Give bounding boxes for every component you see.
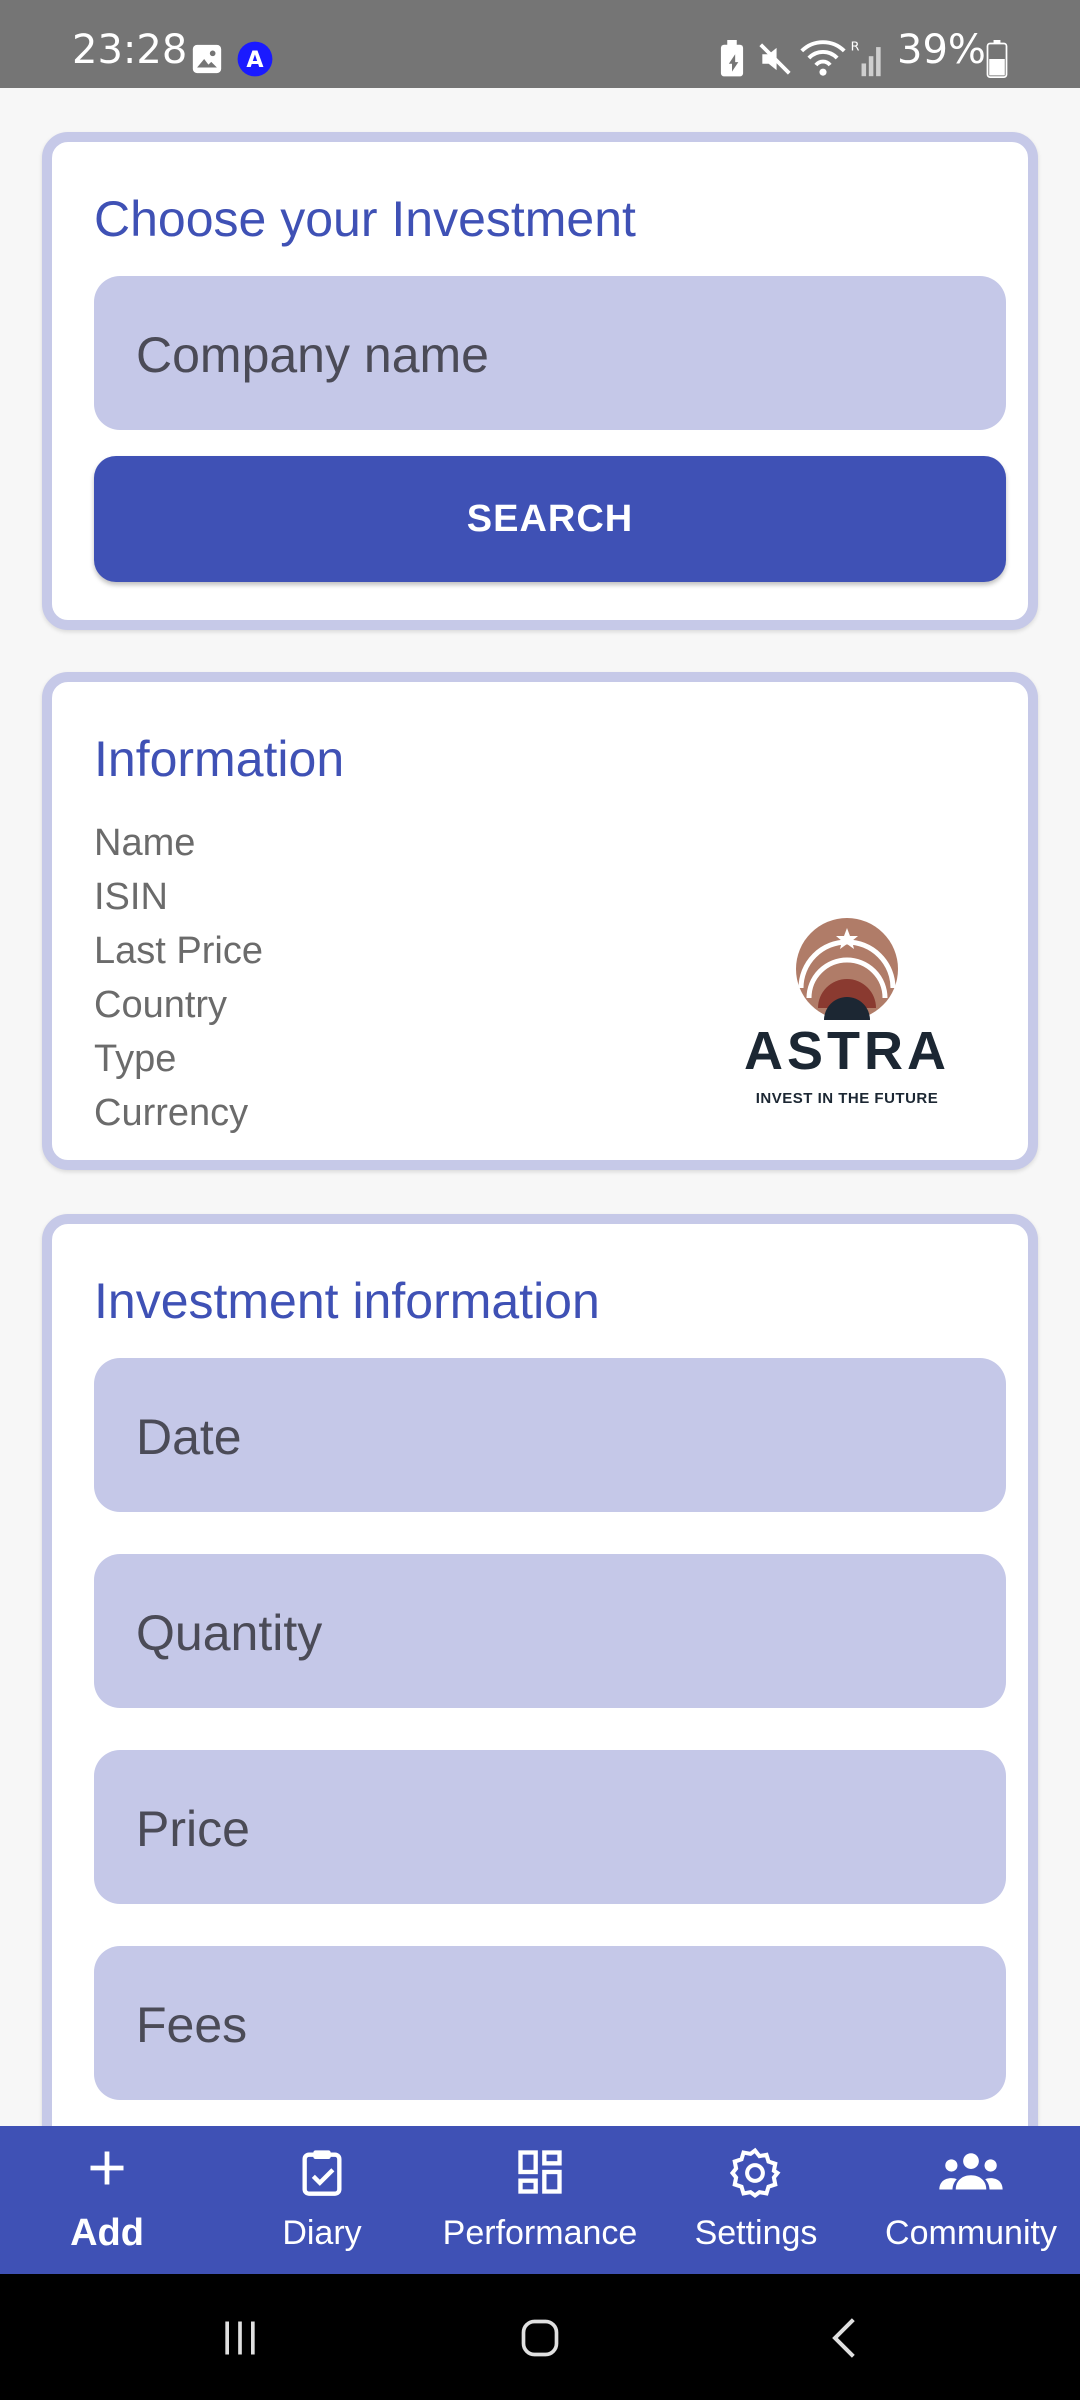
wifi-icon (800, 38, 846, 83)
info-label-isin: ISIN (94, 876, 168, 918)
system-navigation-bar (0, 2274, 1080, 2400)
date-input[interactable]: Date (94, 1358, 1006, 1512)
signal-icon: R (850, 38, 884, 83)
people-icon (938, 2148, 1004, 2201)
nav-item-settings[interactable]: Settings (676, 2126, 836, 2274)
astra-emblem-icon (796, 918, 898, 1020)
fees-input[interactable]: Fees (94, 1946, 1006, 2100)
a-badge-icon: A (236, 40, 274, 83)
dashboard-icon (514, 2146, 566, 2203)
date-placeholder: Date (136, 1409, 242, 1465)
quantity-input[interactable]: Quantity (94, 1554, 1006, 1708)
info-label-country: Country (94, 984, 228, 1026)
nav-label-performance: Performance (442, 2214, 638, 2252)
svg-text:A: A (246, 47, 264, 73)
nav-label-diary: Diary (282, 2214, 362, 2252)
logo-word: ASTRA (744, 1021, 950, 1081)
search-button[interactable]: SEARCH (94, 456, 1006, 582)
plus-icon (85, 2146, 129, 2195)
svg-text:R: R (851, 39, 860, 54)
fees-placeholder: Fees (136, 1997, 248, 2053)
home-icon[interactable] (518, 2316, 562, 2365)
price-input[interactable]: Price (94, 1750, 1006, 1904)
quantity-placeholder: Quantity (136, 1605, 323, 1661)
company-name-placeholder: Company name (136, 327, 489, 383)
nav-label-settings: Settings (694, 2214, 818, 2252)
nav-label-add: Add (70, 2212, 144, 2254)
investment-card: Investment information Date Quantity Pri… (42, 1214, 1038, 2214)
info-label-name: Name (94, 822, 196, 864)
search-card: Choose your Investment Company name SEAR… (42, 132, 1038, 630)
information-card: Information Name ISIN Last Price Country… (42, 672, 1038, 1170)
nav-item-add[interactable]: Add (20, 2126, 194, 2274)
nav-item-community[interactable]: Community (868, 2126, 1074, 2274)
nav-item-performance[interactable]: Performance (428, 2126, 652, 2274)
logo-tagline: INVEST IN THE FUTURE (755, 1090, 939, 1107)
information-card-title: Information (94, 731, 345, 787)
astra-logo: ASTRA INVEST IN THE FUTURE (732, 914, 962, 1114)
status-time: 23:28 (72, 27, 188, 73)
clipboard-check-icon (296, 2146, 348, 2203)
nav-label-community: Community (885, 2214, 1057, 2252)
mute-icon (756, 40, 794, 83)
nav-item-diary[interactable]: Diary (240, 2126, 404, 2274)
investment-card-title: Investment information (94, 1273, 600, 1329)
battery-saver-icon (718, 40, 746, 83)
battery-percent: 39% (897, 27, 986, 73)
info-label-last-price: Last Price (94, 930, 263, 972)
image-icon (190, 42, 224, 81)
info-label-type: Type (94, 1038, 177, 1080)
back-icon[interactable] (824, 2316, 868, 2365)
battery-icon (986, 40, 1008, 83)
info-label-currency: Currency (94, 1092, 249, 1134)
bottom-navigation: Add Diary Performance Settings Community (0, 2126, 1080, 2274)
search-card-title: Choose your Investment (94, 191, 636, 247)
recent-apps-icon[interactable] (218, 2316, 262, 2365)
company-name-input[interactable]: Company name (94, 276, 1006, 430)
status-bar: 23:28 A R 39% (0, 0, 1080, 88)
price-placeholder: Price (136, 1801, 250, 1857)
gear-icon (728, 2146, 782, 2205)
